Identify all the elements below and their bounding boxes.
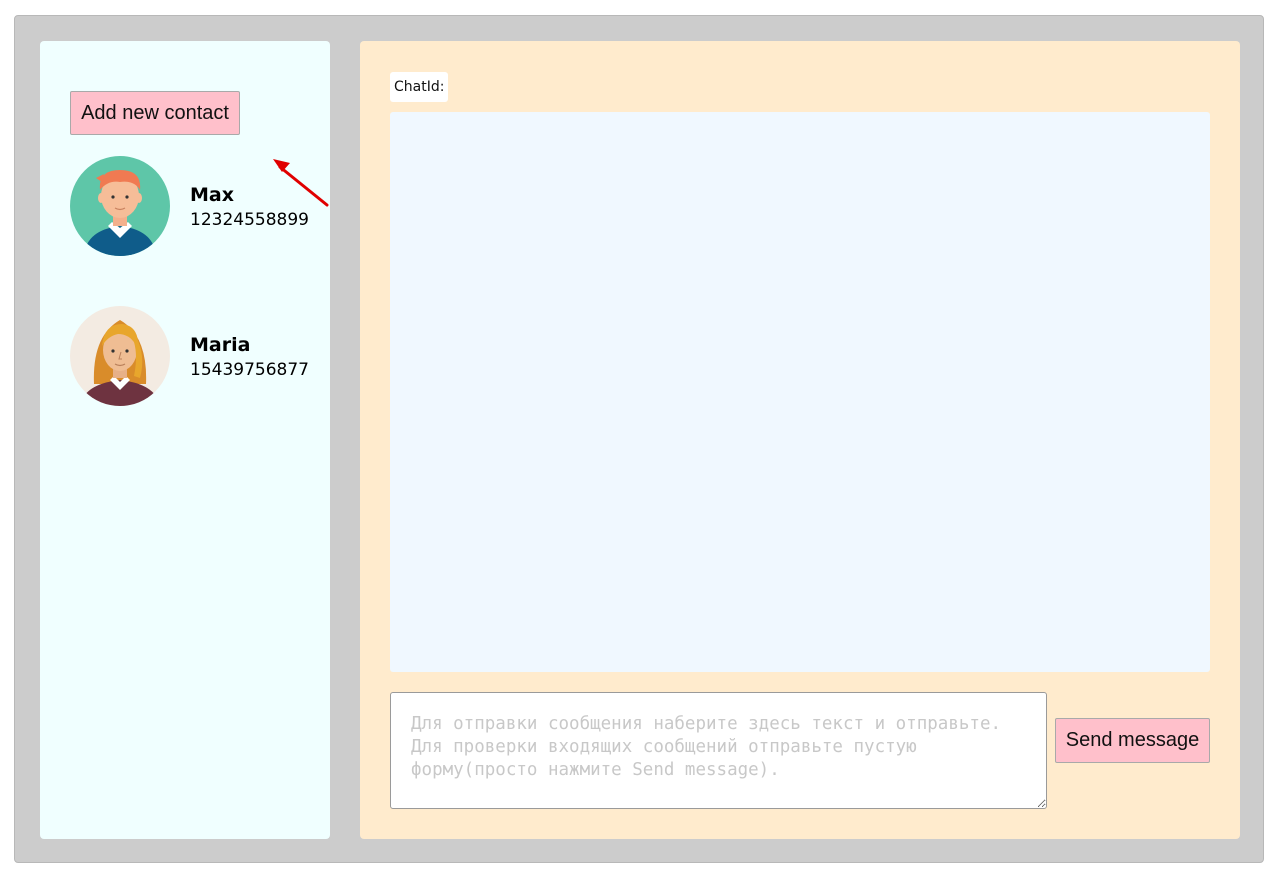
chat-messages-area[interactable] <box>390 112 1210 672</box>
contact-phone: 15439756877 <box>190 360 309 380</box>
contact-name: Max <box>190 184 234 206</box>
contact-item-max[interactable]: Max 12324558899 <box>70 156 310 256</box>
male-avatar-icon <box>70 156 170 256</box>
message-input[interactable] <box>390 692 1047 809</box>
chat-id-label: ChatId: <box>390 72 449 102</box>
female-avatar-icon <box>70 306 170 406</box>
contact-name: Maria <box>190 334 251 356</box>
contact-item-maria[interactable]: Maria 15439756877 <box>70 306 310 406</box>
app-frame: Add new contact Max 12324558899 Maria 15… <box>14 15 1264 863</box>
annotation-arrow-icon <box>273 159 329 207</box>
add-contact-button[interactable]: Add new contact <box>70 91 240 135</box>
contacts-sidebar: Add new contact Max 12324558899 Maria 15… <box>40 41 330 839</box>
send-message-button[interactable]: Send message <box>1055 718 1210 763</box>
chat-panel: ChatId: Send message <box>360 41 1240 839</box>
